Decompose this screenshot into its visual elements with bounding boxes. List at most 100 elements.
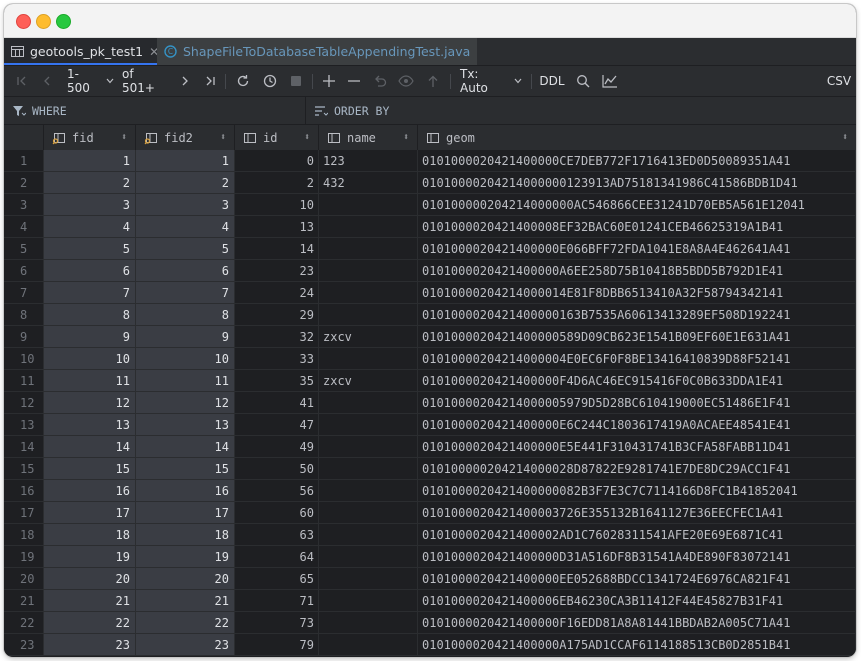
cell-fid[interactable]: 14 [44,436,136,458]
cell-geom[interactable]: 01010000204214000014E81F8DBB6513410A32F5… [418,282,856,304]
cell-fid2[interactable]: 19 [136,546,235,568]
sort-toggle-icon[interactable]: ⬍ [220,132,226,143]
submit-icon[interactable] [424,66,442,96]
cell-geom[interactable]: 0101000020421400003726E355132B1641127E36… [418,502,856,524]
next-page-icon[interactable] [177,66,193,96]
cell-geom[interactable]: 01010000204214000004E0EC6F0F8BE134164108… [418,348,856,370]
cell-geom[interactable]: 0101000020421400000E066BFF72FDA1041E8A8A… [418,238,856,260]
cell-geom[interactable]: 0101000020421400000589D09CB623E1541B09EF… [418,326,856,348]
cell-geom[interactable]: 0101000020421400000E6C244C1803617419A0AC… [418,414,856,436]
history-clock-icon[interactable] [261,66,279,96]
table-row[interactable]: 7 7 7 24 01010000204214000014E81F8DBB6513410… [4,282,856,304]
column-header-id[interactable]: id ⬍ [235,125,319,150]
cell-fid2[interactable]: 1 [136,150,235,172]
cell-fid2[interactable]: 22 [136,612,235,634]
chevron-down-icon[interactable] [104,66,116,96]
table-row[interactable]: 6 6 6 23 0101000020421400000A6EE258D75B10418… [4,260,856,282]
cell-name[interactable] [319,524,418,546]
minimize-window-button[interactable] [36,14,51,29]
cell-geom[interactable]: 0101000020421400000EE052688BDCC1341724E6… [418,568,856,590]
cell-geom[interactable]: 01010000204214000000123913AD75181341986C… [418,172,856,194]
cell-fid2[interactable]: 9 [136,326,235,348]
cell-fid2[interactable]: 15 [136,458,235,480]
stop-icon[interactable] [288,66,304,96]
cell-id[interactable]: 65 [235,568,319,590]
column-header-fid[interactable]: fid ⬍ [44,125,136,150]
cell-id[interactable]: 35 [235,370,319,392]
cell-name[interactable] [319,304,418,326]
cell-geom[interactable]: 01010000204214000005979D5D28BC610419000E… [418,392,856,414]
cell-fid2[interactable]: 23 [136,634,235,656]
table-row[interactable]: 13 13 13 47 0101000020421400000E6C244C180361… [4,414,856,436]
cell-id[interactable]: 14 [235,238,319,260]
cell-fid2[interactable]: 14 [136,436,235,458]
table-row[interactable]: 15 15 15 50 010100000204214000028D87822E9281… [4,458,856,480]
cell-id[interactable]: 71 [235,590,319,612]
cell-geom[interactable]: 0101000020421400008EF32BAC60E01241CEB466… [418,216,856,238]
cell-fid2[interactable]: 13 [136,414,235,436]
cell-name[interactable] [319,216,418,238]
cell-name[interactable] [319,458,418,480]
cell-id[interactable]: 13 [235,216,319,238]
cell-geom[interactable]: 0101000020421400000A175AD1CCAF6114188513… [418,634,856,656]
where-filter-field[interactable]: WHERE [4,97,304,124]
table-row[interactable]: 9 9 9 32 zxcv 0101000020421400000589D09CB623E… [4,326,856,348]
cell-id[interactable]: 32 [235,326,319,348]
cell-fid[interactable]: 18 [44,524,136,546]
cell-fid[interactable]: 23 [44,634,136,656]
cell-fid[interactable]: 2 [44,172,136,194]
cell-fid2[interactable]: 6 [136,260,235,282]
cell-fid2[interactable]: 8 [136,304,235,326]
chevron-down-icon[interactable] [512,66,524,96]
sort-toggle-icon[interactable]: ⬍ [304,132,310,143]
table-row[interactable]: 2 2 2 2 432 01010000204214000000123913AD75181… [4,172,856,194]
cell-id[interactable]: 73 [235,612,319,634]
column-header-name[interactable]: name ⬍ [319,125,418,150]
cell-fid2[interactable]: 7 [136,282,235,304]
cell-id[interactable]: 50 [235,458,319,480]
sort-toggle-icon[interactable]: ⬍ [121,132,127,143]
sort-toggle-icon[interactable]: ⬍ [403,132,409,143]
cell-geom[interactable]: 010100000204214000000AC546866CEE31241D70… [418,194,856,216]
cell-fid[interactable]: 10 [44,348,136,370]
table-row[interactable]: 16 16 16 56 0101000020421400000082B3F7E3C7C7… [4,480,856,502]
cell-fid2[interactable]: 3 [136,194,235,216]
table-row[interactable]: 19 19 19 64 0101000020421400000D31A516DF8B31… [4,546,856,568]
cell-name[interactable] [319,414,418,436]
cell-geom[interactable]: 0101000020421400000F4D6AC46EC915416F0C0B… [418,370,856,392]
cell-fid2[interactable]: 10 [136,348,235,370]
cell-geom[interactable]: 0101000020421400000163B7535A60613413289E… [418,304,856,326]
last-page-icon[interactable] [202,66,218,96]
cell-fid[interactable]: 22 [44,612,136,634]
table-row[interactable]: 4 4 4 13 0101000020421400008EF32BAC60E01241C… [4,216,856,238]
cell-id[interactable]: 2 [235,172,319,194]
cell-geom[interactable]: 0101000020421400002AD1C76028311541AFE20E… [418,524,856,546]
table-row[interactable]: 20 20 20 65 0101000020421400000EE052688BDCC1… [4,568,856,590]
chart-icon[interactable] [600,66,620,96]
cell-fid2[interactable]: 16 [136,480,235,502]
cell-name[interactable] [319,282,418,304]
cell-fid2[interactable]: 18 [136,524,235,546]
cell-id[interactable]: 0 [235,150,319,172]
table-row[interactable]: 12 12 12 41 01010000204214000005979D5D28BC61… [4,392,856,414]
table-row[interactable]: 3 3 3 10 010100000204214000000AC546866CEE312… [4,194,856,216]
cell-id[interactable]: 47 [235,414,319,436]
table-row[interactable]: 17 17 17 60 0101000020421400003726E355132B16… [4,502,856,524]
cell-fid[interactable]: 12 [44,392,136,414]
delete-row-icon[interactable] [345,66,363,96]
cell-name[interactable]: zxcv [319,326,418,348]
cell-id[interactable]: 64 [235,546,319,568]
cell-fid2[interactable]: 4 [136,216,235,238]
cell-geom[interactable]: 0101000020421400000A6EE258D75B10418B5BDD… [418,260,856,282]
transaction-mode[interactable]: Tx: Auto [460,66,510,96]
cell-geom[interactable]: 0101000020421400000F16EDD81A8A81441BBDAB… [418,612,856,634]
cell-name[interactable] [319,590,418,612]
previous-page-icon[interactable] [39,66,55,96]
table-row[interactable]: 23 23 23 79 0101000020421400000A175AD1CCAF61… [4,634,856,656]
cell-id[interactable]: 79 [235,634,319,656]
cell-fid[interactable]: 3 [44,194,136,216]
cell-id[interactable]: 10 [235,194,319,216]
search-icon[interactable] [574,66,592,96]
cell-name[interactable]: 432 [319,172,418,194]
cell-name[interactable] [319,260,418,282]
